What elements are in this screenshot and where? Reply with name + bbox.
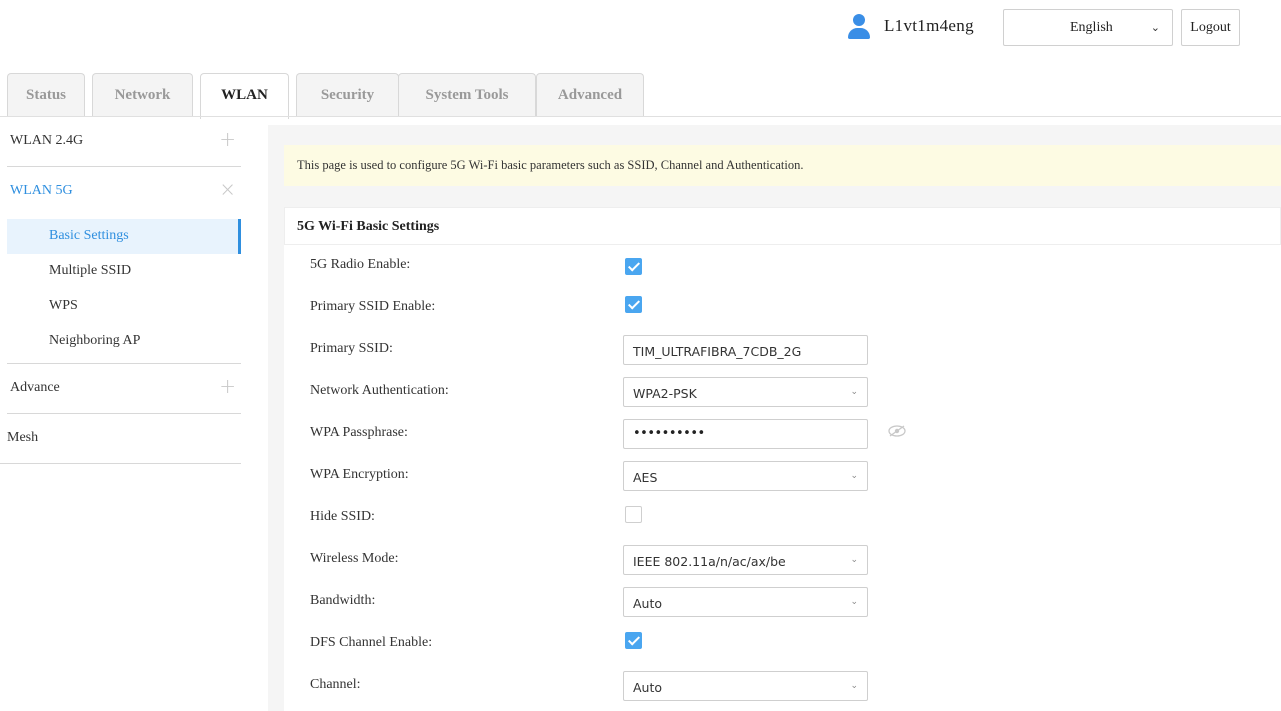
sidebar-group-wlan-2-4g[interactable]: WLAN 2.4G + (7, 117, 241, 167)
sidebar: WLAN 2.4G + WLAN 5G × Basic Settings Mul… (0, 117, 241, 711)
field-label: 5G Radio Enable: (310, 257, 411, 272)
wpa-passphrase-input[interactable]: •••••••••• (623, 419, 868, 449)
row-wireless-mode: Wireless Mode: IEEE 802.11a/n/ac/ax/be ⌄ (284, 539, 1281, 581)
select-value: AES (633, 470, 658, 485)
radio-enable-checkbox[interactable] (625, 258, 642, 275)
plus-icon: + (219, 127, 236, 151)
sidebar-group-wlan-5g[interactable]: WLAN 5G × (7, 167, 241, 218)
tab-system-tools[interactable]: System Tools (398, 73, 536, 117)
chevron-down-icon: ⌄ (850, 471, 858, 481)
sidebar-item-neighboring-ap[interactable]: Neighboring AP (7, 324, 241, 359)
field-label: Hide SSID: (310, 509, 375, 524)
field-label: WPA Encryption: (310, 467, 409, 482)
primary-ssid-enable-checkbox[interactable] (625, 296, 642, 313)
row-channel: Channel: Auto ⌄ (284, 665, 1281, 707)
plus-icon: + (219, 374, 236, 398)
close-icon: × (219, 177, 236, 201)
sidebar-group-label: WLAN 2.4G (10, 133, 84, 148)
primary-ssid-input[interactable]: TIM_ULTRAFIBRA_7CDB_2G (623, 335, 868, 365)
chevron-down-icon: ⌄ (850, 555, 858, 565)
tab-status[interactable]: Status (7, 73, 85, 117)
info-notice: This page is used to configure 5G Wi-Fi … (284, 145, 1281, 186)
sidebar-group-advance[interactable]: Advance + (7, 364, 241, 414)
main-content: This page is used to configure 5G Wi-Fi … (268, 125, 1281, 711)
row-network-auth: Network Authentication: WPA2-PSK ⌄ (284, 371, 1281, 413)
field-label: Bandwidth: (310, 593, 376, 608)
wireless-mode-select[interactable]: IEEE 802.11a/n/ac/ax/be ⌄ (623, 545, 868, 575)
field-label: DFS Channel Enable: (310, 635, 433, 650)
row-wpa-passphrase: WPA Passphrase: •••••••••• (284, 413, 1281, 455)
network-auth-select[interactable]: WPA2-PSK ⌄ (623, 377, 868, 407)
select-value: Auto (633, 596, 663, 611)
sidebar-item-label: WPS (49, 298, 78, 313)
username: L1vt1m4eng (884, 16, 974, 35)
select-value: IEEE 802.11a/n/ac/ax/be (633, 554, 786, 569)
sidebar-group-label: Advance (10, 380, 60, 395)
tab-wlan[interactable]: WLAN (200, 73, 289, 119)
field-label: Primary SSID: (310, 341, 393, 356)
row-dfs-channel-enable: DFS Channel Enable: (284, 623, 1281, 665)
row-primary-ssid-enable: Primary SSID Enable: (284, 287, 1281, 329)
sidebar-group-label: Mesh (7, 430, 39, 445)
language-value: English (1070, 20, 1113, 35)
bandwidth-select[interactable]: Auto ⌄ (623, 587, 868, 617)
field-label: Network Authentication: (310, 383, 449, 398)
eye-off-icon[interactable] (888, 425, 906, 437)
notice-text: This page is used to configure 5G Wi-Fi … (297, 158, 804, 172)
tab-network[interactable]: Network (92, 73, 193, 117)
hide-ssid-checkbox[interactable] (625, 506, 642, 523)
field-label: Channel: (310, 677, 361, 692)
row-wpa-encryption: WPA Encryption: AES ⌄ (284, 455, 1281, 497)
tab-advanced[interactable]: Advanced (536, 73, 644, 117)
sidebar-group-mesh[interactable]: Mesh (0, 414, 241, 464)
chevron-down-icon: ⌄ (850, 597, 858, 607)
row-hide-ssid: Hide SSID: (284, 497, 1281, 539)
field-label: WPA Passphrase: (310, 425, 408, 440)
section-title: 5G Wi-Fi Basic Settings (297, 219, 440, 234)
user-icon (848, 14, 870, 40)
sidebar-item-label: Basic Settings (49, 228, 129, 243)
chevron-down-icon: ⌄ (850, 387, 858, 397)
sidebar-item-label: Multiple SSID (49, 263, 132, 278)
chevron-down-icon: ⌄ (1150, 21, 1160, 34)
field-label: Wireless Mode: (310, 551, 399, 566)
sidebar-item-label: Neighboring AP (49, 333, 141, 348)
tab-security[interactable]: Security (296, 73, 399, 117)
password-value: •••••••••• (633, 426, 705, 441)
sidebar-item-multiple-ssid[interactable]: Multiple SSID (7, 254, 241, 289)
sidebar-group-label: WLAN 5G (10, 183, 73, 198)
logout-button[interactable]: Logout (1181, 9, 1240, 46)
row-bandwidth: Bandwidth: Auto ⌄ (284, 581, 1281, 623)
row-radio-enable: 5G Radio Enable: (284, 245, 1281, 287)
select-value: WPA2-PSK (633, 386, 697, 401)
row-primary-ssid: Primary SSID: TIM_ULTRAFIBRA_7CDB_2G (284, 329, 1281, 371)
sidebar-item-basic-settings[interactable]: Basic Settings (7, 219, 241, 254)
field-label: Primary SSID Enable: (310, 299, 436, 314)
wpa-encryption-select[interactable]: AES ⌄ (623, 461, 868, 491)
select-value: Auto (633, 680, 663, 695)
top-bar: L1vt1m4eng English ⌄ Logout (0, 0, 1281, 60)
settings-form: 5G Radio Enable: Primary SSID Enable: Pr… (284, 245, 1281, 711)
channel-select[interactable]: Auto ⌄ (623, 671, 868, 701)
language-select[interactable]: English ⌄ (1003, 9, 1173, 46)
chevron-down-icon: ⌄ (850, 681, 858, 691)
sidebar-item-wps[interactable]: WPS (7, 289, 241, 324)
input-value: TIM_ULTRAFIBRA_7CDB_2G (633, 344, 802, 359)
dfs-channel-enable-checkbox[interactable] (625, 632, 642, 649)
section-header: 5G Wi-Fi Basic Settings (284, 207, 1281, 245)
